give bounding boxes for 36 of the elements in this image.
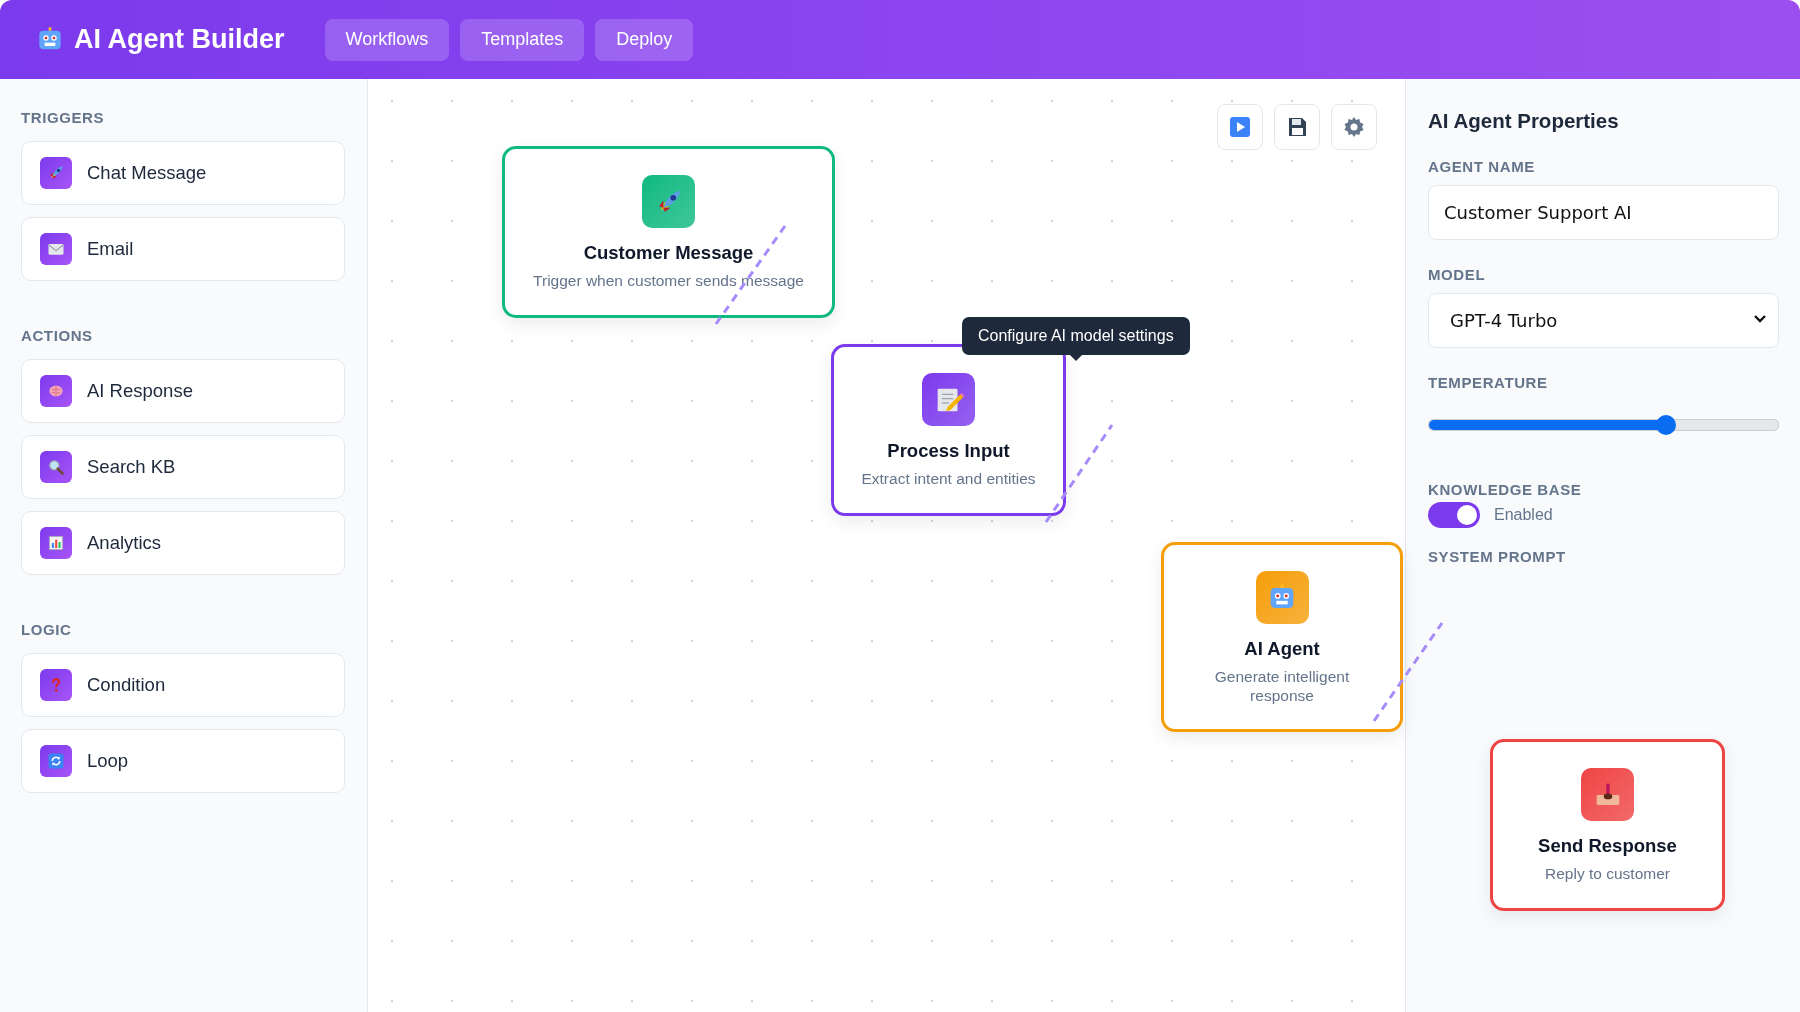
palette-item[interactable]: Email (21, 217, 345, 281)
palette-item[interactable]: Condition (21, 653, 345, 717)
agent-name-field[interactable]: Customer Support AI (1428, 185, 1779, 240)
section-heading: TRIGGERS (21, 109, 106, 126)
palette-item[interactable]: Search KB (21, 435, 345, 499)
node-title: Process Input (887, 440, 1010, 462)
nav-button[interactable]: Templates (460, 18, 585, 61)
field-label: SYSTEM PROMPT (1428, 548, 1567, 565)
field-label: TEMPERATURE (1428, 374, 1549, 391)
workflow-node[interactable]: AI Agent Generate intelligent response (1161, 542, 1403, 733)
workflow-node[interactable]: Process Input Extract intent and entities (831, 344, 1066, 516)
field-label: AGENT NAME (1428, 158, 1536, 175)
section-heading: LOGIC (21, 621, 73, 638)
node-description: Reply to customer (1545, 865, 1670, 884)
field-label: MODEL (1428, 266, 1487, 283)
app-title: AI Agent Builder (74, 24, 285, 55)
palette-item[interactable]: Loop (21, 729, 345, 793)
node-title: Send Response (1538, 835, 1677, 857)
node-title: AI Agent (1244, 638, 1320, 660)
nav-button[interactable]: Deploy (595, 18, 694, 61)
palette-item[interactable]: Chat Message (21, 141, 345, 205)
palette-item[interactable]: Analytics (21, 511, 345, 575)
toggle-label: Enabled (1494, 506, 1553, 524)
workflow-node[interactable]: Send Response Reply to customer (1490, 739, 1725, 911)
field-label: KNOWLEDGE BASE (1428, 481, 1583, 498)
node-description: Extract intent and entities (861, 470, 1036, 489)
model-select[interactable]: GPT-4 Turbo (1428, 293, 1779, 348)
panel-title: AI Agent Properties (1428, 109, 1620, 133)
palette-item[interactable]: AI Response (21, 359, 345, 423)
nav-button[interactable]: Workflows (324, 18, 450, 61)
section-heading: ACTIONS (21, 327, 94, 344)
node-description: Generate intelligent response (1213, 668, 1351, 706)
node-title: Customer Message (583, 242, 754, 264)
tooltip: Configure AI model settings (962, 317, 1190, 355)
node-description: Trigger when customer sends message (533, 272, 804, 291)
workflow-node[interactable]: Customer Message Trigger when customer sends message (502, 146, 835, 318)
